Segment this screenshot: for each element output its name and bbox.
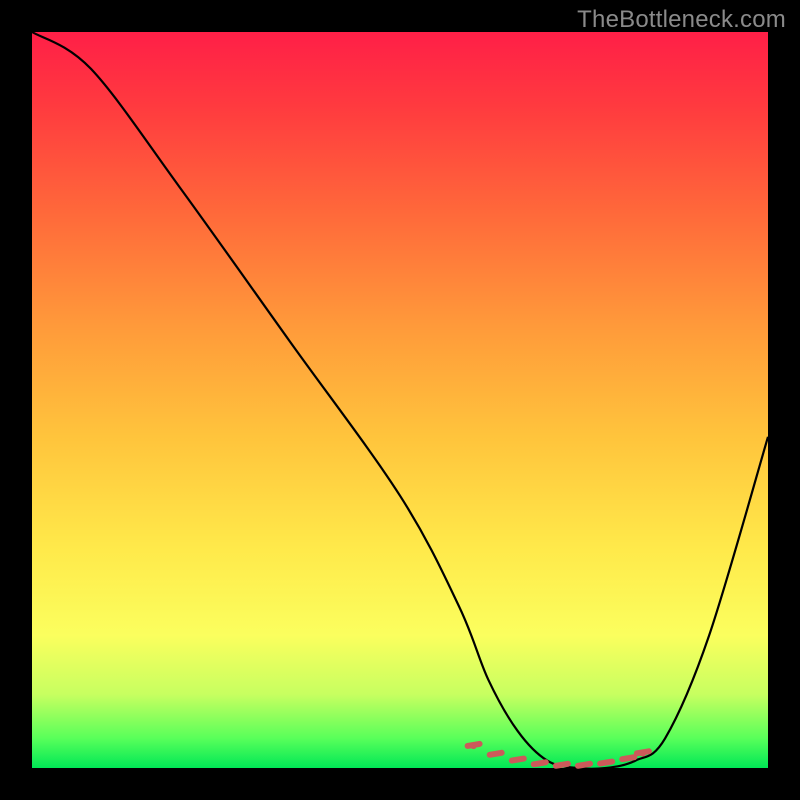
marker-dash — [556, 764, 568, 766]
curve-layer — [32, 32, 768, 768]
marker-dot — [640, 750, 646, 756]
bottleneck-curve — [32, 32, 768, 769]
watermark-text: TheBottleneck.com — [577, 6, 786, 34]
marker-dot — [470, 743, 476, 749]
highlight-markers — [468, 743, 649, 766]
marker-dash — [578, 764, 590, 766]
marker-dash — [490, 753, 502, 755]
marker-dash — [512, 759, 524, 761]
marker-dash — [622, 757, 634, 759]
chart-frame: TheBottleneck.com — [0, 0, 800, 800]
plot-area — [32, 32, 768, 768]
marker-dash — [600, 762, 612, 764]
marker-dash — [534, 762, 546, 764]
